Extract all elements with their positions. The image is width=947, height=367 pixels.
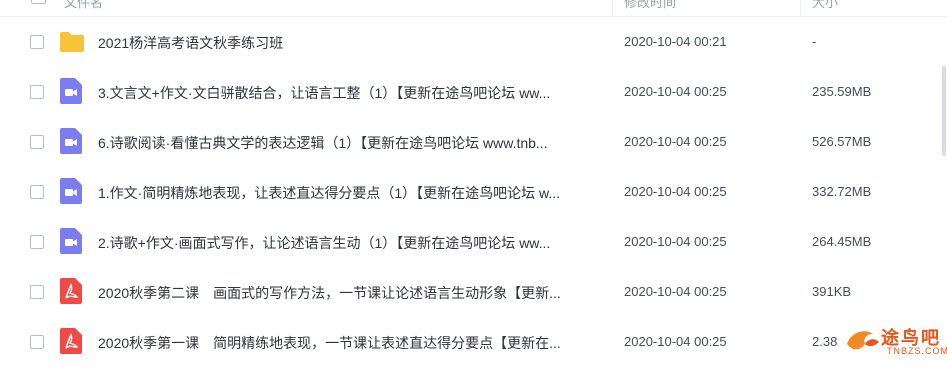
row-checkbox[interactable] (30, 285, 44, 299)
column-header-modified[interactable]: 修改时间 (624, 0, 676, 11)
file-size: 2.38 (812, 334, 838, 349)
scrollbar[interactable] (941, 16, 947, 361)
file-row[interactable]: 2021杨洋高考语文秋季练习班 2020-10-04 00:21 - (0, 17, 947, 67)
file-row[interactable]: 1.作文·简明精炼地表现，让表述直达得分要点（1）【更新在途鸟吧论坛 w... 2… (0, 167, 947, 217)
file-modified-time: 2020-10-04 00:25 (624, 184, 727, 199)
file-modified-time: 2020-10-04 00:25 (624, 84, 727, 99)
file-modified-time: 2020-10-04 00:21 (624, 34, 727, 49)
column-header-name[interactable]: 文件名 (64, 0, 103, 11)
file-modified-time: 2020-10-04 00:25 (624, 234, 727, 249)
video-icon[interactable] (60, 128, 84, 154)
scrollbar-thumb[interactable] (942, 66, 946, 156)
row-checkbox[interactable] (30, 235, 44, 249)
watermark-domain: TNBZS.COM (887, 346, 947, 356)
row-checkbox[interactable] (30, 85, 44, 99)
file-name[interactable]: 3.文言文+作文·文白骈散结合，让语言工整（1）【更新在途鸟吧论坛 ww... (98, 83, 550, 103)
file-modified-time: 2020-10-04 00:25 (624, 334, 727, 349)
select-all-checkbox[interactable] (31, 0, 46, 4)
file-name[interactable]: 2021杨洋高考语文秋季练习班 (98, 33, 283, 53)
bird-logo-icon (847, 331, 879, 350)
file-row[interactable]: 2020秋季第一课 简明精练地表现，一节课让表述直达得分要点【更新在... 202… (0, 317, 947, 367)
folder-icon[interactable] (59, 31, 84, 57)
row-checkbox[interactable] (30, 135, 44, 149)
file-modified-time: 2020-10-04 00:25 (624, 134, 727, 149)
file-size: 235.59MB (812, 84, 872, 99)
file-size: - (812, 34, 817, 49)
row-checkbox[interactable] (30, 185, 44, 199)
video-icon[interactable] (60, 178, 84, 204)
file-row[interactable]: 6.诗歌阅读·看懂古典文学的表达逻辑（1）【更新在途鸟吧论坛 www.tnb..… (0, 117, 947, 167)
watermark-logo: 途鸟吧 TNBZS.COM (843, 322, 947, 361)
file-modified-time: 2020-10-04 00:25 (624, 284, 727, 299)
file-name[interactable]: 2020秋季第二课 画面式的写作方法，一节课让论述语言生动形象【更新... (98, 283, 561, 303)
file-name[interactable]: 6.诗歌阅读·看懂古典文学的表达逻辑（1）【更新在途鸟吧论坛 www.tnb..… (98, 133, 548, 153)
video-icon[interactable] (60, 228, 84, 254)
pdf-icon[interactable] (60, 278, 84, 304)
sort-down-icon[interactable]: ▼ (782, 0, 792, 1)
column-divider (612, 0, 613, 16)
file-row[interactable]: 2020秋季第二课 画面式的写作方法，一节课让论述语言生动形象【更新... 202… (0, 267, 947, 317)
video-icon[interactable] (60, 78, 84, 104)
file-size: 391KB (812, 284, 852, 299)
file-size: 264.45MB (812, 234, 872, 249)
file-name[interactable]: 2020秋季第一课 简明精练地表现，一节课让表述直达得分要点【更新在... (98, 333, 561, 353)
file-size: 332.72MB (812, 184, 872, 199)
pdf-icon[interactable] (60, 328, 84, 354)
file-row[interactable]: 3.文言文+作文·文白骈散结合，让语言工整（1）【更新在途鸟吧论坛 ww... 2… (0, 67, 947, 117)
row-checkbox[interactable] (30, 335, 44, 349)
file-name[interactable]: 1.作文·简明精炼地表现，让表述直达得分要点（1）【更新在途鸟吧论坛 w... (98, 183, 560, 203)
column-header-size[interactable]: 大小 (812, 0, 838, 11)
row-checkbox[interactable] (30, 35, 44, 49)
column-divider (800, 0, 801, 16)
file-name[interactable]: 2.诗歌+作文·画面式写作，让论述语言生动（1）【更新在途鸟吧论坛 ww... (98, 233, 550, 253)
file-list-header: 文件名 修改时间 ▼ 大小 (0, 0, 947, 17)
file-size: 526.57MB (812, 134, 872, 149)
file-row[interactable]: 2.诗歌+作文·画面式写作，让论述语言生动（1）【更新在途鸟吧论坛 ww... 2… (0, 217, 947, 267)
